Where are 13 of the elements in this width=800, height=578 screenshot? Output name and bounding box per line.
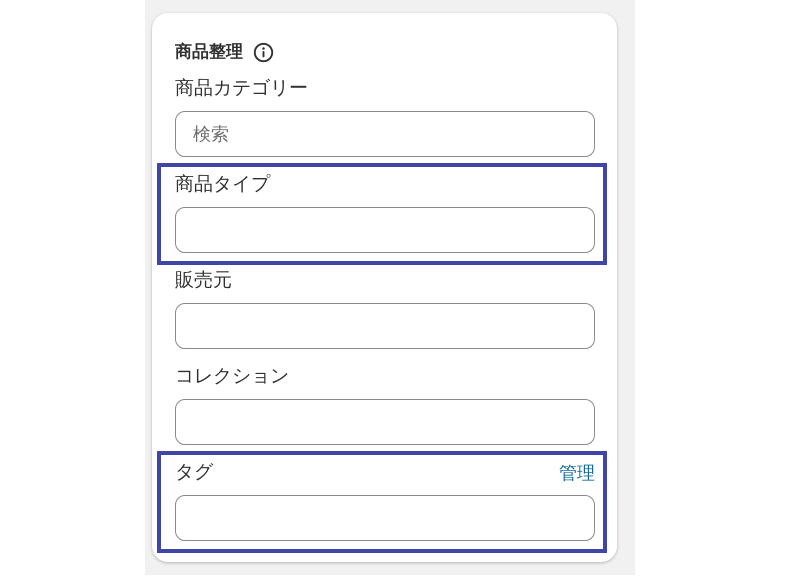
field-label: 商品タイプ — [175, 173, 270, 197]
field-label: タグ — [175, 461, 213, 485]
input-field[interactable] — [175, 207, 595, 253]
field-label: 商品カテゴリー — [175, 77, 308, 101]
field-label: 販売元 — [175, 269, 232, 293]
manage-link[interactable]: 管理 — [559, 455, 595, 491]
input-field[interactable] — [175, 399, 595, 445]
info-icon[interactable] — [253, 42, 274, 62]
search-field[interactable]: 検索 — [175, 111, 595, 157]
field-label: コレクション — [175, 365, 289, 389]
section-title: 商品整理 — [175, 41, 243, 63]
input-field[interactable] — [175, 303, 595, 349]
input-field[interactable] — [175, 495, 595, 541]
